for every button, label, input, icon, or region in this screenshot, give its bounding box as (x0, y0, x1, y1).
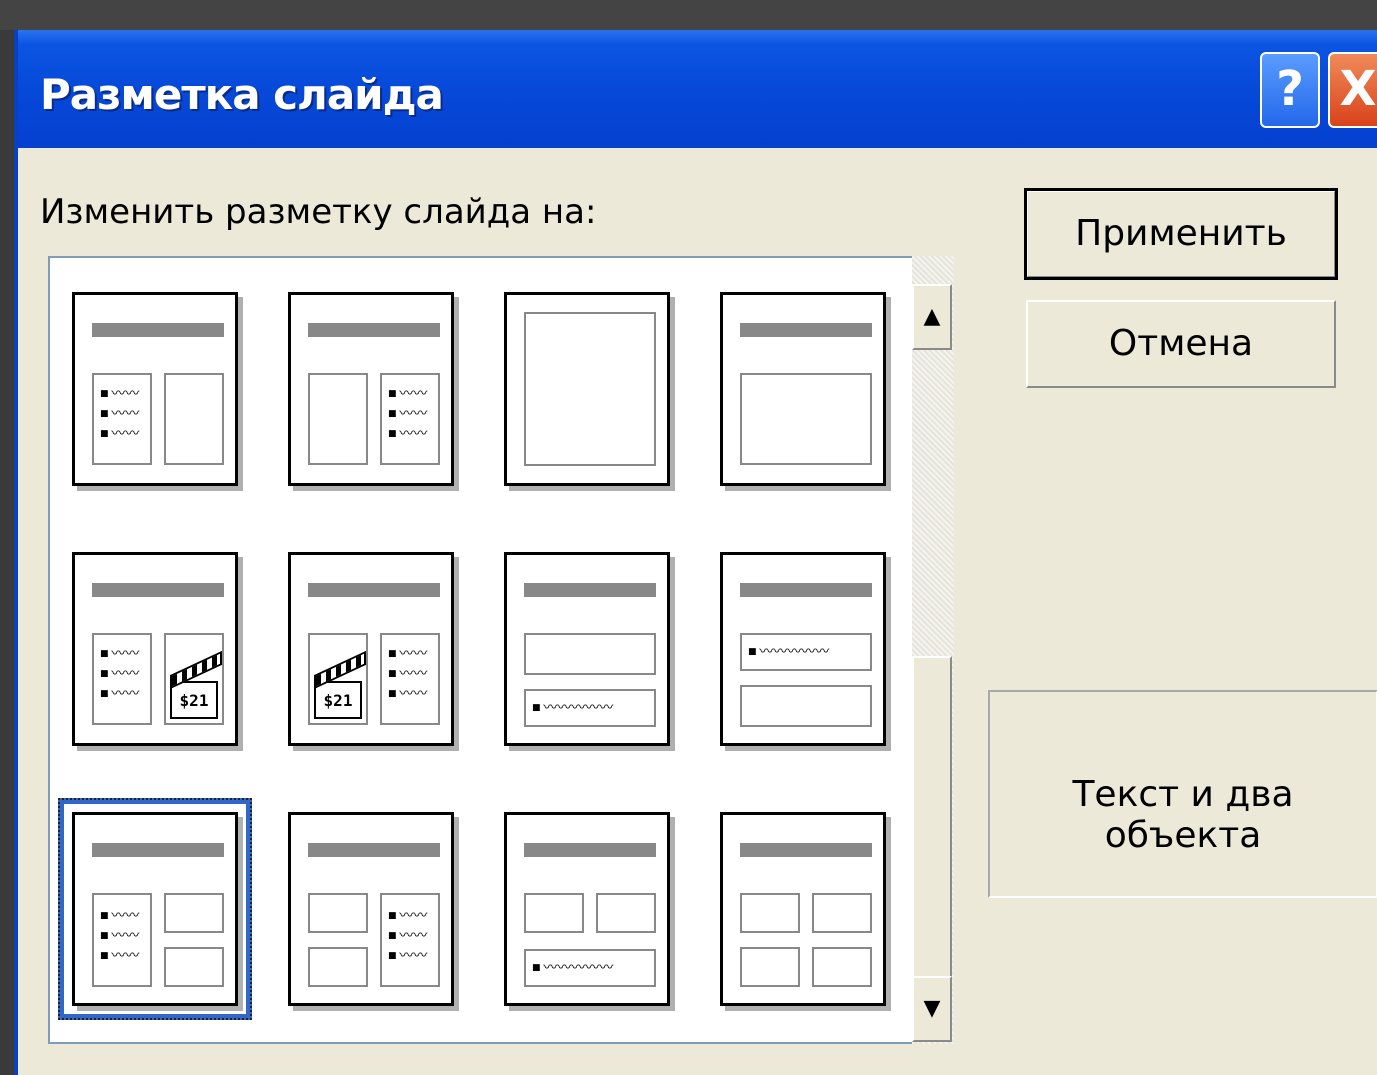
cancel-button[interactable]: Отмена (1026, 300, 1336, 388)
text-placeholder: 〰〰〰〰〰〰 (380, 633, 440, 725)
layout-title-and-content[interactable] (720, 292, 886, 486)
content-placeholder (524, 312, 656, 466)
text-placeholder: 〰〰〰〰〰 (524, 689, 656, 727)
slide-layout-dialog: Разметка слайда ? X Изменить разметку сл… (14, 30, 1377, 1075)
title-placeholder (740, 323, 872, 337)
title-placeholder (524, 843, 656, 857)
text-placeholder: 〰〰〰〰〰 (740, 633, 872, 671)
layout-media-clip-and-text[interactable]: $21 〰〰〰〰〰〰 (288, 552, 454, 746)
content-placeholder (524, 893, 584, 933)
layout-content[interactable] (504, 292, 670, 486)
content-placeholder (164, 947, 224, 987)
apply-button[interactable]: Применить (1024, 188, 1338, 280)
content-placeholder (164, 893, 224, 933)
content-placeholder (740, 685, 872, 727)
title-placeholder (92, 583, 224, 597)
content-placeholder (164, 373, 224, 465)
title-placeholder (740, 583, 872, 597)
text-placeholder: 〰〰〰〰〰〰 (92, 893, 152, 987)
layout-text-and-media-clip[interactable]: 〰〰〰〰〰〰 $21 (72, 552, 238, 746)
clip-label: $21 (179, 691, 209, 710)
text-placeholder: 〰〰〰〰〰〰 (92, 373, 152, 465)
help-button[interactable]: ? (1260, 52, 1320, 128)
media-clip-placeholder: $21 (164, 633, 224, 725)
title-placeholder (92, 323, 224, 337)
content-placeholder (812, 947, 872, 987)
content-placeholder (524, 633, 656, 675)
content-placeholder (740, 893, 800, 933)
content-placeholder (812, 893, 872, 933)
text-placeholder: 〰〰〰〰〰〰 (92, 633, 152, 725)
desktop-background (0, 0, 1377, 30)
content-placeholder (740, 373, 872, 465)
prompt-label: Изменить разметку слайда на: (40, 192, 597, 232)
layout-text-and-content[interactable]: 〰〰〰〰〰〰 (72, 292, 238, 486)
close-button[interactable]: X (1328, 52, 1377, 128)
text-placeholder: 〰〰〰〰〰〰 (380, 893, 440, 987)
layout-content-and-text[interactable]: 〰〰〰〰〰〰 (288, 292, 454, 486)
clapperboard-icon: $21 (314, 681, 362, 719)
layout-text-over-content[interactable]: 〰〰〰〰〰 (720, 552, 886, 746)
title-bar[interactable]: Разметка слайда ? X (18, 30, 1377, 148)
title-placeholder (524, 583, 656, 597)
clip-label: $21 (323, 691, 353, 710)
scroll-thumb[interactable] (912, 656, 952, 996)
scroll-down-button[interactable]: ▼ (912, 976, 952, 1042)
title-placeholder (308, 843, 440, 857)
layout-description-panel: Текст и два объекта (988, 690, 1377, 898)
content-placeholder (740, 947, 800, 987)
text-placeholder: 〰〰〰〰〰〰 (380, 373, 440, 465)
layout-two-content-and-text[interactable]: 〰〰〰〰〰〰 (288, 812, 454, 1006)
scroll-up-button[interactable]: ▲ (912, 284, 952, 350)
vertical-scrollbar[interactable]: ▲ ▼ (912, 256, 954, 1044)
content-placeholder (308, 373, 368, 465)
title-placeholder (92, 843, 224, 857)
layout-list[interactable]: 〰〰〰〰〰〰 〰〰〰〰〰〰 〰〰〰〰〰〰 $21 (48, 256, 954, 1044)
media-clip-placeholder: $21 (308, 633, 368, 725)
clapperboard-icon: $21 (170, 681, 218, 719)
layout-description: Текст и два объекта (1072, 774, 1294, 856)
text-placeholder: 〰〰〰〰〰 (524, 949, 656, 987)
title-placeholder (308, 323, 440, 337)
dialog-title: Разметка слайда (40, 70, 444, 119)
layout-four-content[interactable] (720, 812, 886, 1006)
content-placeholder (308, 947, 368, 987)
layout-two-content-over-text[interactable]: 〰〰〰〰〰 (504, 812, 670, 1006)
layout-content-over-text[interactable]: 〰〰〰〰〰 (504, 552, 670, 746)
content-placeholder (596, 893, 656, 933)
content-placeholder (308, 893, 368, 933)
title-placeholder (308, 583, 440, 597)
title-placeholder (740, 843, 872, 857)
layout-text-and-two-content[interactable]: 〰〰〰〰〰〰 (58, 798, 252, 1020)
